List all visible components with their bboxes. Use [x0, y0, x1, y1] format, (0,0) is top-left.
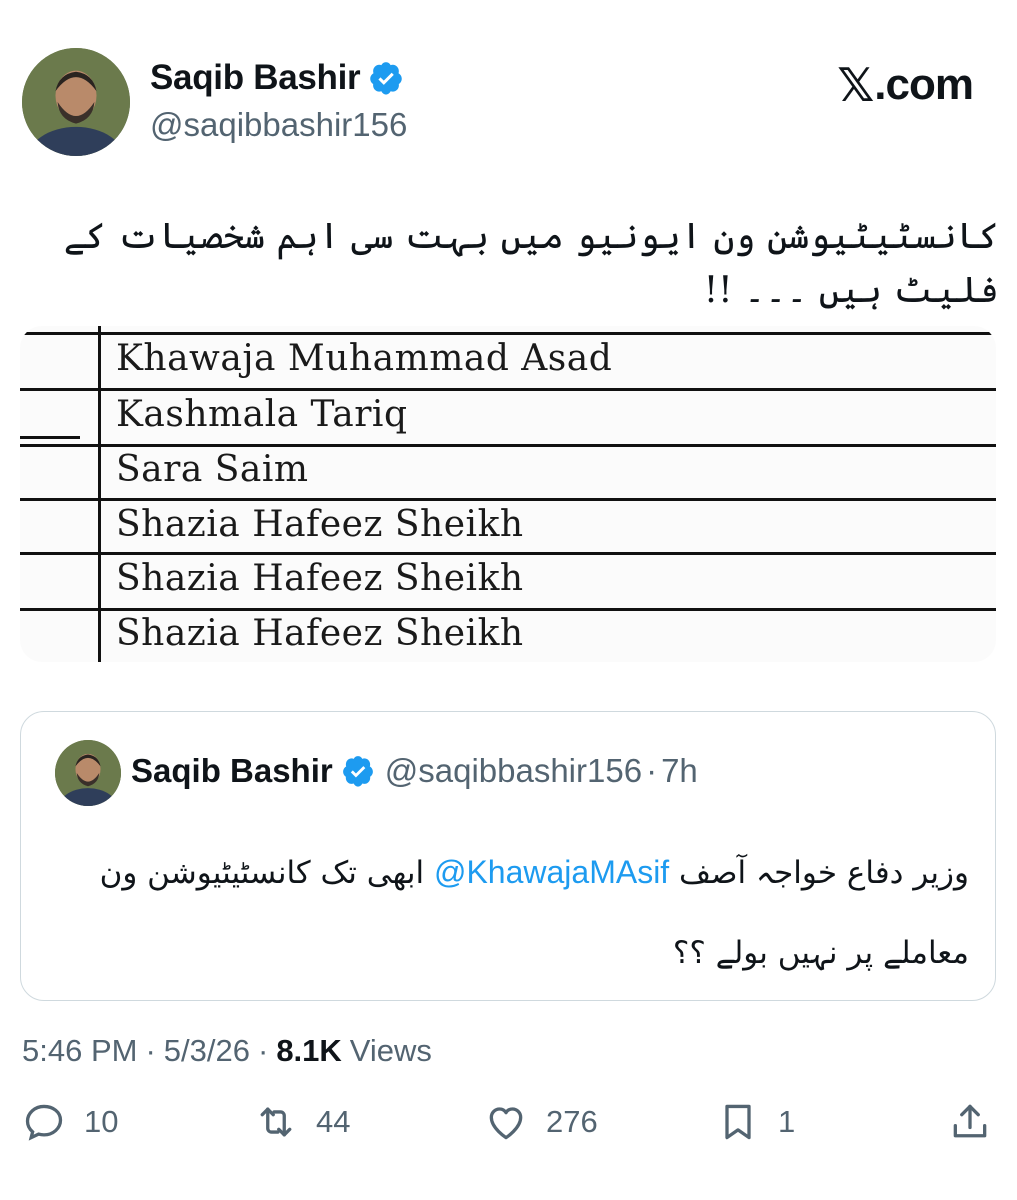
- document-row: Shazia Hafeez Sheikh: [116, 613, 524, 654]
- share-icon: [953, 1104, 987, 1138]
- verified-badge-icon: [342, 756, 373, 787]
- reply-button[interactable]: 10: [22, 1100, 118, 1144]
- document-row: Khawaja Muhammad Asad: [116, 338, 613, 379]
- table-margin-tick: [20, 436, 80, 439]
- table-rule: [20, 608, 996, 611]
- like-count: 276: [546, 1104, 598, 1139]
- quoted-separator: ·: [646, 752, 658, 789]
- table-rule: [20, 444, 996, 447]
- document-row: Kashmala Tariq: [116, 394, 408, 435]
- reply-icon: [25, 1104, 63, 1141]
- author-handle[interactable]: @saqibbashir156: [150, 106, 407, 144]
- tweet-date[interactable]: 5/3/26: [164, 1033, 250, 1069]
- document-row: Shazia Hafeez Sheikh: [116, 558, 524, 599]
- share-button[interactable]: [948, 1100, 992, 1144]
- author-name-row[interactable]: Saqib Bashir: [150, 58, 407, 98]
- tweet-meta: 5:46 PM · 5/3/26 · 8.1K Views: [22, 1033, 432, 1069]
- table-rule: [20, 388, 996, 391]
- quoted-tweet-card[interactable]: Saqib Bashir @saqibbashir156 · 7h وزیر د…: [20, 711, 996, 1001]
- quoted-tweet-text: وزیر دفاع خواجہ آصف @KhawajaMAsif ابھی ت…: [49, 832, 969, 993]
- repost-count: 44: [316, 1104, 351, 1139]
- verified-badge-icon: [370, 62, 403, 95]
- document-row: Shazia Hafeez Sheikh: [116, 504, 524, 545]
- bookmark-button[interactable]: 1: [716, 1100, 795, 1144]
- views-count: 8.1K: [276, 1033, 342, 1068]
- repost-icon: [260, 1107, 292, 1137]
- quoted-timestamp[interactable]: 7h: [661, 752, 698, 790]
- tweet-text: کانسٹیٹیوشن ون ایونیو میں بہت سی اہم شخص…: [63, 216, 999, 311]
- x-logo-icon: 𝕏: [837, 58, 874, 112]
- quoted-text-before: وزیر دفاع خواجہ آصف: [679, 855, 969, 891]
- document-row: Sara Saim: [116, 449, 309, 490]
- reply-count: 10: [84, 1104, 119, 1139]
- attached-document-image[interactable]: Khawaja Muhammad Asad Kashmala Tariq Sar…: [20, 326, 996, 662]
- author-name[interactable]: Saqib Bashir: [150, 58, 361, 98]
- tweet-time[interactable]: 5:46 PM: [22, 1033, 137, 1069]
- like-button[interactable]: 276: [484, 1100, 598, 1144]
- table-rule: [20, 332, 996, 335]
- like-icon: [489, 1107, 523, 1140]
- bookmark-icon: [725, 1104, 751, 1140]
- author-avatar[interactable]: [22, 48, 130, 156]
- meta-separator: ·: [257, 1033, 269, 1068]
- quoted-tweet-header: Saqib Bashir @saqibbashir156 · 7h: [131, 752, 698, 790]
- quoted-author-name[interactable]: Saqib Bashir: [131, 752, 333, 790]
- table-rule: [20, 498, 996, 501]
- mention-link[interactable]: @KhawajaMAsif: [434, 854, 669, 890]
- table-vertical-rule: [98, 326, 101, 662]
- x-logo-suffix: .com: [874, 60, 974, 109]
- x-com-logo: 𝕏 .com: [837, 58, 974, 112]
- meta-separator: ·: [145, 1033, 156, 1068]
- author-block: Saqib Bashir @saqibbashir156: [150, 58, 407, 144]
- repost-button[interactable]: 44: [254, 1100, 350, 1144]
- views-label: Views: [349, 1033, 432, 1068]
- quoted-author-handle[interactable]: @saqibbashir156: [385, 752, 642, 790]
- quoted-author-avatar[interactable]: [55, 740, 121, 806]
- action-bar: 10 44 276 1: [22, 1100, 997, 1160]
- table-rule: [20, 552, 996, 555]
- bookmark-count: 1: [778, 1104, 796, 1139]
